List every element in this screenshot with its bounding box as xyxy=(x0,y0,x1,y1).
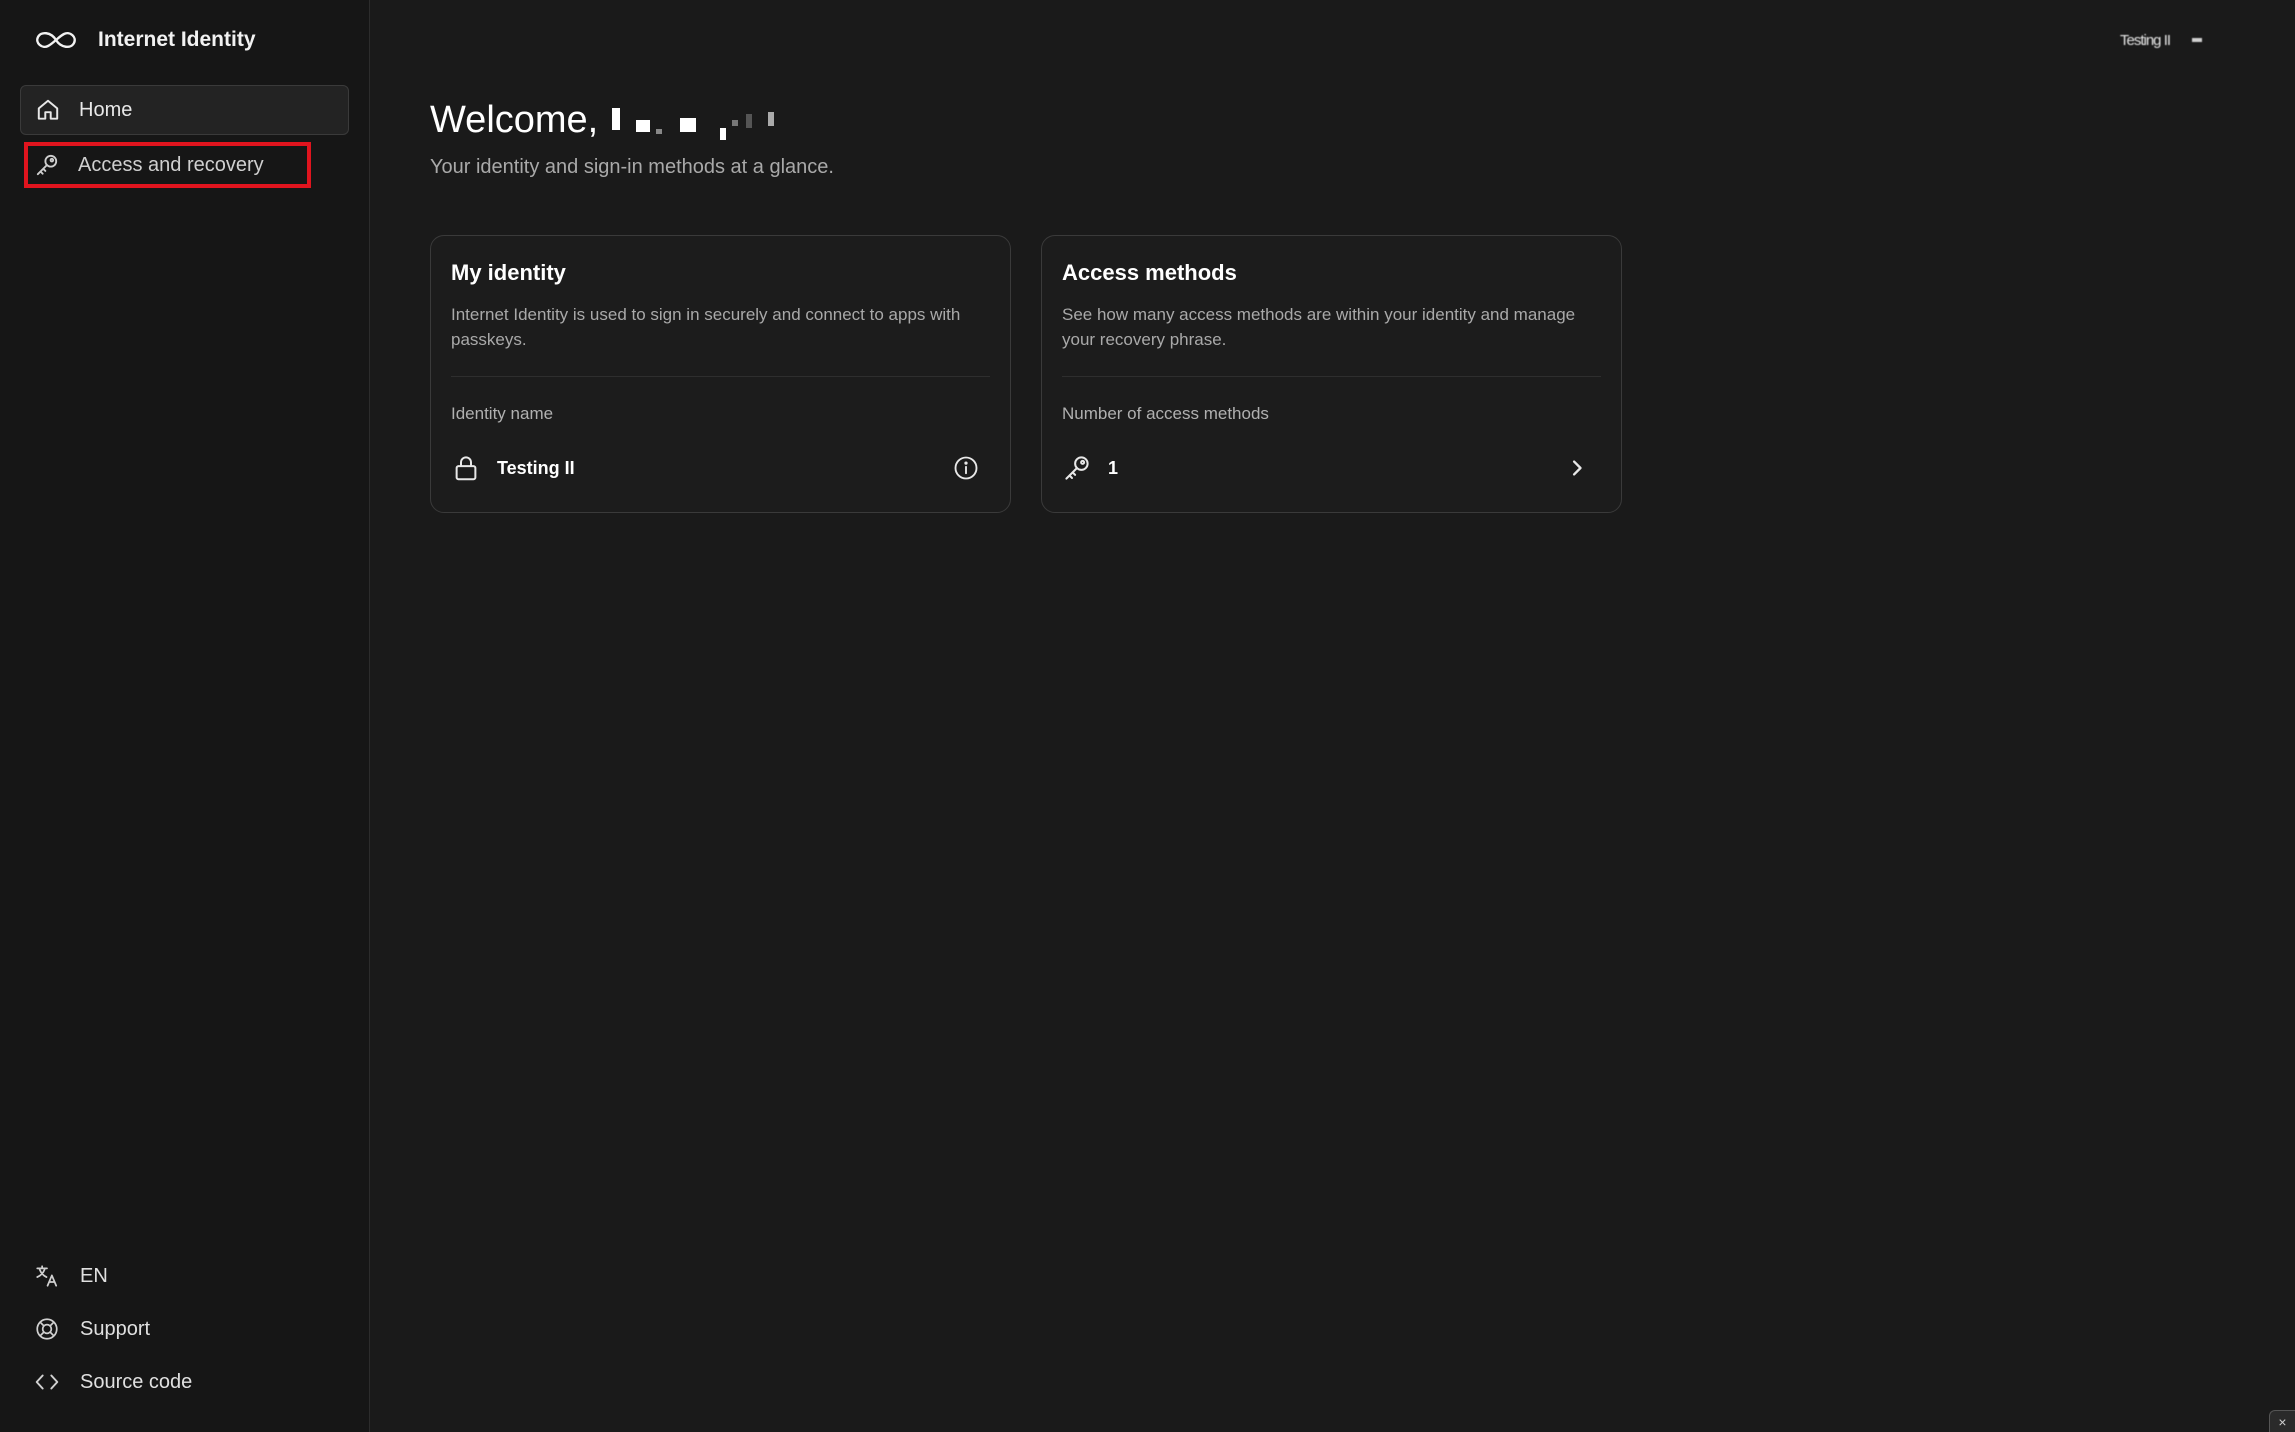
card-title: My identity xyxy=(451,260,566,285)
brand-name: Internet Identity xyxy=(98,28,256,51)
home-icon xyxy=(37,99,59,120)
card-description: Internet Identity is used to sign in sec… xyxy=(451,305,961,349)
lifebuoy-icon xyxy=(36,1318,58,1340)
sidebar-item-home[interactable]: Home xyxy=(20,85,349,135)
app-window: Internet Identity Home Access and recove… xyxy=(0,0,2295,1432)
support-link[interactable]: Support xyxy=(34,1311,150,1347)
sidebar: Internet Identity Home Access and recove… xyxy=(0,0,370,1432)
sidebar-item-label: Access and recovery xyxy=(78,153,264,176)
welcome-prefix: Welcome, xyxy=(430,98,599,141)
language-label: EN xyxy=(80,1264,108,1287)
close-corner-button[interactable]: × xyxy=(2269,1410,2295,1432)
identity-name-row: Testing II xyxy=(451,448,990,488)
page-title: Welcome, xyxy=(430,92,775,148)
key-icon xyxy=(36,154,58,176)
code-icon xyxy=(35,1374,59,1390)
source-code-link[interactable]: Source code xyxy=(34,1364,192,1400)
card-divider xyxy=(1062,376,1601,377)
access-methods-count: 1 xyxy=(1108,457,1119,478)
sidebar-item-label: Home xyxy=(79,98,133,121)
language-icon xyxy=(36,1265,58,1287)
card-divider xyxy=(451,376,990,377)
brand[interactable]: Internet Identity xyxy=(34,22,256,58)
access-methods-count-label: Number of access methods xyxy=(1062,404,1269,423)
identity-name-value: Testing II xyxy=(497,457,575,478)
language-selector[interactable]: EN xyxy=(34,1258,108,1294)
source-code-label: Source code xyxy=(80,1370,193,1393)
chevron-right-icon[interactable] xyxy=(1563,454,1591,482)
info-icon[interactable] xyxy=(952,454,980,482)
my-identity-card: My identity Internet Identity is used to… xyxy=(430,235,1011,513)
card-title: Access methods xyxy=(1062,260,1237,285)
user-menu-indicator xyxy=(2192,38,2203,42)
user-menu[interactable]: Testing II xyxy=(2120,26,2203,54)
redacted-username xyxy=(612,98,775,142)
lock-icon xyxy=(455,456,477,481)
access-methods-card[interactable]: Access methods See how many access metho… xyxy=(1041,235,1622,513)
user-name: Testing II xyxy=(2120,31,2171,49)
infinity-logo-icon xyxy=(36,32,76,48)
support-label: Support xyxy=(80,1317,151,1340)
access-methods-row[interactable]: 1 xyxy=(1062,448,1601,488)
key-icon xyxy=(1065,456,1089,480)
sidebar-item-access-and-recovery[interactable]: Access and recovery xyxy=(20,140,349,190)
page-subtitle: Your identity and sign-in methods at a g… xyxy=(430,156,834,178)
identity-name-label: Identity name xyxy=(451,404,554,423)
card-description: See how many access methods are within y… xyxy=(1062,305,1576,349)
